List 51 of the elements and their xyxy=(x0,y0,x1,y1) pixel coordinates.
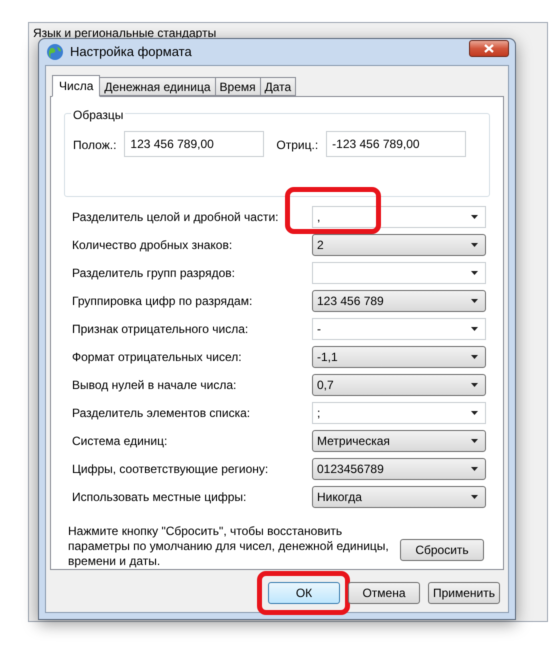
setting-label: Формат отрицательных чисел: xyxy=(72,349,243,366)
combo-field[interactable]: - xyxy=(312,318,486,340)
dropdown-list[interactable]: 123 456 789 xyxy=(312,290,486,312)
dropdown-arrow-icon xyxy=(471,243,478,247)
dropdown-arrow-icon xyxy=(471,327,478,331)
setting-label: Система единиц: xyxy=(72,433,168,450)
setting-label: Группировка цифр по разрядам: xyxy=(72,293,254,310)
dropdown-arrow-icon xyxy=(471,439,478,443)
sample-field: -123 456 789,00 xyxy=(326,131,466,157)
globe-icon xyxy=(46,43,64,61)
combo-field[interactable]: ; xyxy=(312,402,486,424)
background-window-title: Язык и региональные стандарты xyxy=(33,26,216,40)
setting-label: Вывод нулей в начале числа: xyxy=(72,377,238,394)
dialog-button[interactable]: ОК xyxy=(268,582,340,604)
tab[interactable]: Дата xyxy=(260,77,296,96)
dropdown-arrow-icon xyxy=(471,215,478,219)
dropdown-arrow-icon xyxy=(471,271,478,275)
combo-field[interactable] xyxy=(312,262,486,284)
setting-label: Разделитель групп разрядов: xyxy=(72,265,236,282)
dropdown-arrow-icon xyxy=(471,411,478,415)
dropdown-arrow-icon xyxy=(471,299,478,303)
setting-label: Признак отрицательного числа: xyxy=(72,321,250,338)
setting-label: Использовать местные цифры: xyxy=(72,489,248,506)
dropdown-list[interactable]: Метрическая xyxy=(312,430,486,452)
tab[interactable]: Денежная единица xyxy=(100,77,216,96)
close-button[interactable] xyxy=(469,40,509,56)
sample-field: 123 456 789,00 xyxy=(124,131,264,157)
dropdown-arrow-icon xyxy=(471,495,478,499)
dropdown-list[interactable]: -1,1 xyxy=(312,346,486,368)
field-label: Полож.: xyxy=(73,137,116,154)
dialog-button[interactable]: Применить xyxy=(428,582,500,604)
reset-hint: Нажмите кнопку "Сбросить", чтобы восстановить параметры по умолчанию для чисел, денежной единицы, времени и даты. xyxy=(68,524,390,569)
dropdown-arrow-icon xyxy=(471,467,478,471)
setting-label: Цифры, соответствующие региону: xyxy=(72,461,270,478)
field-label: Отриц.: xyxy=(275,137,318,154)
reset-button[interactable]: Сбросить xyxy=(400,538,484,560)
setting-label: Разделитель элементов списка: xyxy=(72,405,252,422)
close-icon xyxy=(484,44,494,52)
dropdown-list[interactable]: 0,7 xyxy=(312,374,486,396)
dropdown-arrow-icon xyxy=(471,383,478,387)
tab[interactable]: Числа xyxy=(52,75,100,97)
dropdown-arrow-icon xyxy=(471,355,478,359)
setting-label: Количество дробных знаков: xyxy=(72,237,234,254)
dropdown-list[interactable]: 0123456789 xyxy=(312,458,486,480)
tab[interactable]: Время xyxy=(216,77,261,96)
dialog-button[interactable]: Отмена xyxy=(348,582,420,604)
dropdown-list[interactable]: 2 xyxy=(312,234,486,256)
combo-field[interactable]: , xyxy=(312,206,486,228)
setting-label: Разделитель целой и дробной части: xyxy=(72,209,280,226)
dropdown-list[interactable]: Никогда xyxy=(312,486,486,508)
window-title: Настройка формата xyxy=(70,43,192,62)
